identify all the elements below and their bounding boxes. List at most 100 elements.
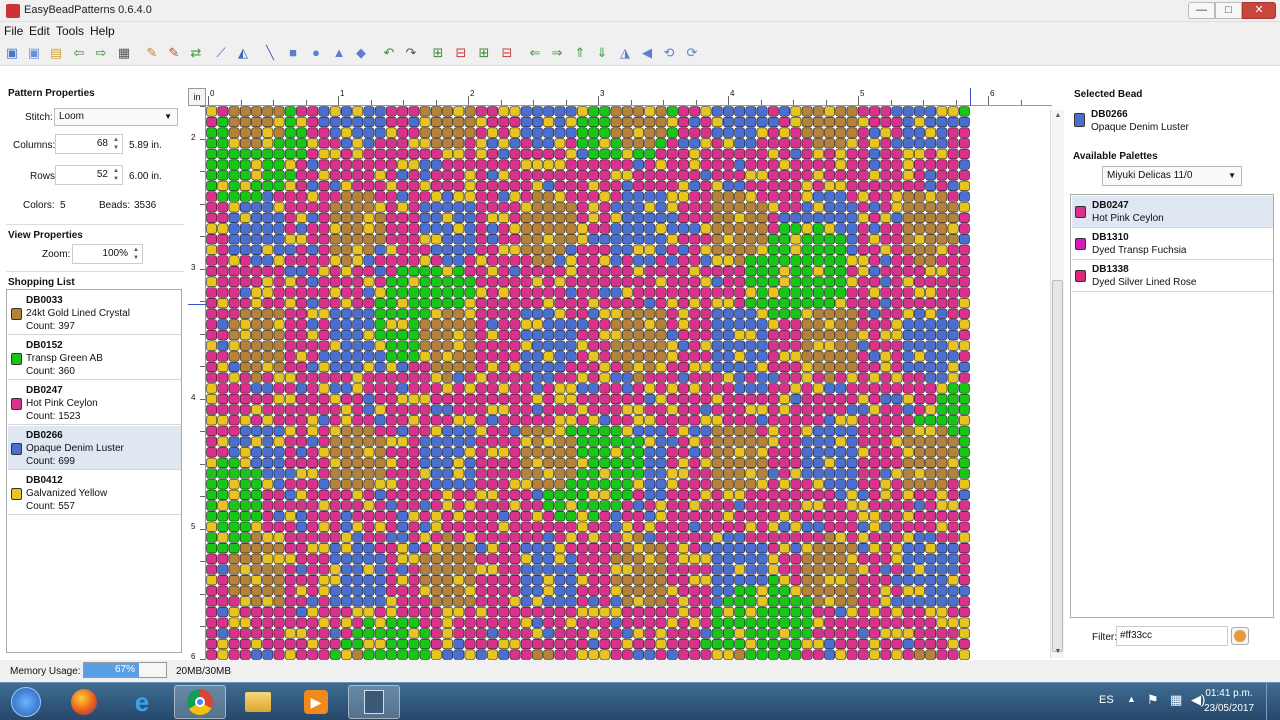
bead-cell[interactable] (453, 489, 465, 500)
bead-cell[interactable] (385, 180, 397, 192)
bead-cell[interactable] (520, 393, 532, 405)
bead-cell[interactable] (498, 297, 510, 309)
bead-cell[interactable] (397, 436, 409, 447)
bead-cell[interactable] (745, 191, 757, 202)
bead-cell[interactable] (846, 596, 858, 607)
bead-cell[interactable] (318, 170, 330, 181)
bead-cell[interactable] (711, 638, 723, 650)
bead-cell[interactable] (700, 138, 712, 149)
bead-cell[interactable] (565, 457, 577, 469)
bead-cell[interactable] (419, 564, 431, 575)
bead-cell[interactable] (700, 468, 712, 479)
bead-cell[interactable] (385, 319, 397, 330)
bead-cell[interactable] (239, 500, 251, 511)
bead-cell[interactable] (723, 564, 734, 575)
bead-cell[interactable] (891, 617, 903, 628)
bead-cell[interactable] (779, 468, 791, 479)
bead-cell[interactable] (655, 543, 667, 554)
bead-cell[interactable] (453, 447, 465, 458)
bead-cell[interactable] (554, 138, 566, 149)
bead-cell[interactable] (430, 106, 442, 117)
bead-cell[interactable] (262, 393, 274, 405)
bead-cell[interactable] (745, 287, 757, 298)
bead-cell[interactable] (565, 436, 577, 447)
bead-cell[interactable] (341, 649, 352, 660)
bead-cell[interactable] (239, 351, 251, 362)
bead-cell[interactable] (756, 393, 768, 405)
bead-cell[interactable] (756, 319, 768, 330)
bead-cell[interactable] (891, 202, 903, 213)
bead-cell[interactable] (756, 574, 768, 586)
bead-cell[interactable] (711, 479, 723, 490)
bead-cell[interactable] (487, 106, 498, 117)
bead-cell[interactable] (374, 479, 386, 490)
bead-cell[interactable] (543, 159, 555, 170)
bead-cell[interactable] (958, 489, 970, 500)
bead-cell[interactable] (464, 127, 476, 138)
bead-cell[interactable] (329, 393, 341, 405)
bead-cell[interactable] (341, 319, 352, 330)
bead-cell[interactable] (397, 425, 409, 437)
bead-cell[interactable] (655, 319, 667, 330)
bead-cell[interactable] (633, 404, 644, 415)
bead-cell[interactable] (801, 234, 813, 245)
bead-cell[interactable] (745, 234, 757, 245)
bead-cell[interactable] (408, 276, 420, 287)
bead-cell[interactable] (239, 372, 251, 383)
bead-cell[interactable] (801, 564, 813, 575)
bead-cell[interactable] (341, 585, 352, 596)
bead-cell[interactable] (318, 457, 330, 469)
bead-cell[interactable] (487, 479, 498, 490)
bead-cell[interactable] (273, 340, 285, 351)
bead-cell[interactable] (464, 415, 476, 426)
bead-cell[interactable] (374, 457, 386, 469)
bead-cell[interactable] (610, 223, 622, 234)
bead-cell[interactable] (532, 202, 543, 213)
bead-cell[interactable] (576, 308, 588, 319)
bead-cell[interactable] (318, 276, 330, 287)
bead-cell[interactable] (453, 276, 465, 287)
bead-cell[interactable] (228, 202, 240, 213)
bead-cell[interactable] (307, 297, 319, 309)
bead-cell[interactable] (228, 628, 240, 639)
bead-cell[interactable] (880, 319, 892, 330)
bead-cell[interactable] (408, 170, 420, 181)
bead-cell[interactable] (251, 404, 262, 415)
bead-cell[interactable] (633, 468, 644, 479)
bead-cell[interactable] (790, 202, 802, 213)
bead-cell[interactable] (880, 457, 892, 469)
bead-cell[interactable] (925, 276, 937, 287)
bead-cell[interactable] (734, 511, 746, 522)
bead-cell[interactable] (824, 553, 835, 564)
bead-cell[interactable] (857, 606, 869, 618)
bead-cell[interactable] (678, 351, 689, 362)
bead-cell[interactable] (846, 436, 858, 447)
bead-cell[interactable] (925, 223, 937, 234)
bead-cell[interactable] (352, 479, 364, 490)
bead-cell[interactable] (857, 447, 869, 458)
bead-cell[interactable] (453, 319, 465, 330)
bead-cell[interactable] (914, 234, 925, 245)
bead-cell[interactable] (857, 319, 869, 330)
bead-cell[interactable] (565, 447, 577, 458)
bead-cell[interactable] (239, 276, 251, 287)
bead-cell[interactable] (621, 383, 633, 394)
bead-cell[interactable] (666, 223, 678, 234)
bead-cell[interactable] (363, 543, 375, 554)
bead-cell[interactable] (251, 255, 262, 266)
bead-cell[interactable] (532, 649, 543, 660)
bead-cell[interactable] (217, 447, 229, 458)
bead-cell[interactable] (206, 617, 218, 628)
bead-cell[interactable] (902, 148, 914, 160)
bead-cell[interactable] (262, 361, 274, 373)
bead-cell[interactable] (419, 255, 431, 266)
bead-cell[interactable] (565, 425, 577, 437)
bead-cell[interactable] (958, 479, 970, 490)
bead-cell[interactable] (655, 138, 667, 149)
bead-cell[interactable] (520, 223, 532, 234)
bead-cell[interactable] (408, 393, 420, 405)
bead-cell[interactable] (206, 180, 218, 192)
bead-cell[interactable] (217, 148, 229, 160)
bead-cell[interactable] (352, 628, 364, 639)
bead-cell[interactable] (430, 116, 442, 128)
